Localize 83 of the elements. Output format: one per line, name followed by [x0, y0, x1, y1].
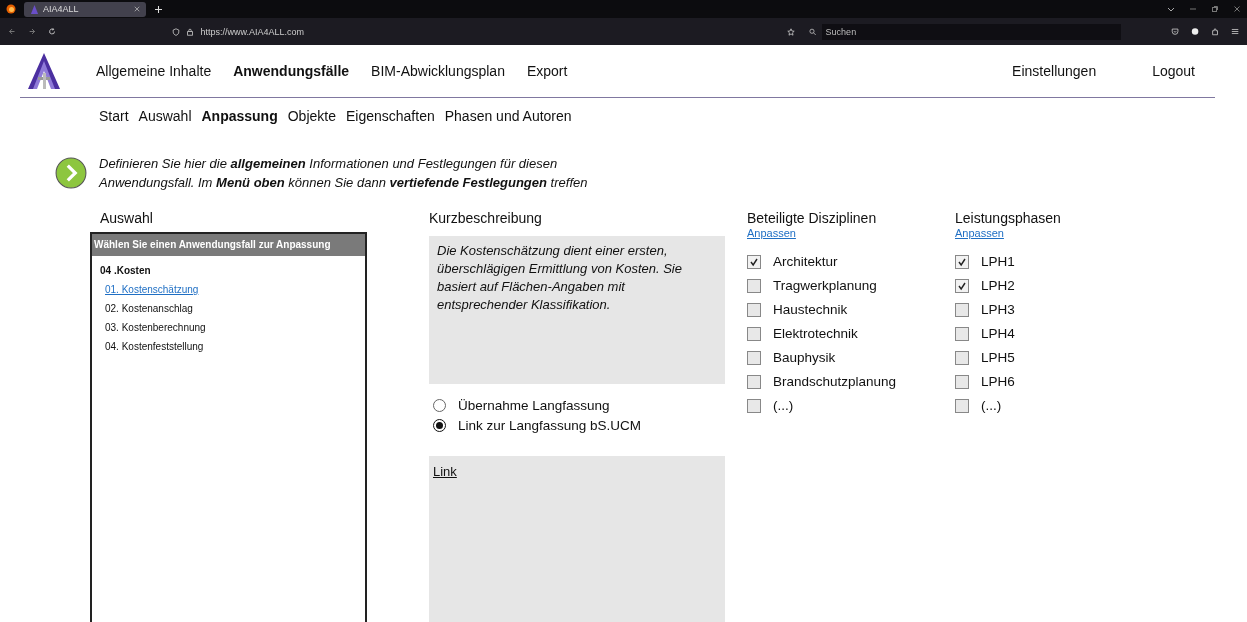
list-item[interactable]: 01. Kostenschätzung	[105, 283, 365, 296]
restore-icon[interactable]	[1211, 5, 1219, 13]
url-text: https://www.AIA4ALL.com	[200, 26, 304, 37]
chevron-down-icon[interactable]	[1167, 5, 1175, 13]
subnav-link[interactable]: Phasen und Autoren	[444, 108, 572, 124]
tab-title: AIA4ALL	[43, 4, 80, 14]
account-icon[interactable]	[1190, 27, 1199, 36]
checkbox-label: Elektrotechnik	[773, 326, 858, 341]
checkbox-label: LPH5	[981, 350, 1015, 365]
section-heading: Kurzbeschreibung	[429, 210, 543, 228]
checkbox[interactable]	[955, 302, 969, 317]
section-heading: Leistungsphasen	[955, 210, 1062, 228]
arrow-right-icon	[55, 157, 87, 189]
adjust-link[interactable]: Anpassen	[955, 227, 1155, 239]
adjust-link[interactable]: Anpassen	[747, 227, 955, 239]
checkbox-label: LPH2	[981, 278, 1015, 293]
checkbox[interactable]	[955, 374, 969, 389]
group-title: 04 .Kosten	[100, 265, 152, 276]
panel-header: Wählen Sie einen Anwendungsfall zur Anpassung	[92, 234, 365, 256]
site-logo-icon	[30, 4, 39, 14]
checkbox[interactable]	[747, 302, 761, 317]
checkbox-label: Haustechnik	[773, 302, 848, 317]
section-heading: Auswahl	[100, 210, 154, 228]
close-icon[interactable]	[1233, 5, 1241, 13]
checkbox[interactable]	[955, 326, 969, 341]
pocket-icon[interactable]	[1170, 27, 1179, 36]
checkbox[interactable]	[955, 278, 969, 293]
nav-link[interactable]: Anwendungsfälle	[233, 63, 350, 79]
subnav-link[interactable]: Auswahl	[138, 108, 192, 124]
nav-link[interactable]: Einstellungen	[1012, 63, 1097, 79]
link[interactable]: Link	[433, 464, 457, 479]
list-item[interactable]: 02. Kostenanschlag	[105, 302, 365, 315]
address-bar[interactable]: https://www.AIA4ALL.com	[166, 22, 802, 41]
nav-link[interactable]: Export	[526, 63, 568, 79]
subnav-link[interactable]: Anpassung	[201, 108, 278, 124]
intro-text: Definieren Sie hier die allgemeinen Informationen und Festlegungen für diesen Anwendungsfall. Im Menü oben können Sie dann vertiefende Festlegungen treffen	[99, 155, 589, 192]
checkbox[interactable]	[747, 374, 761, 389]
shield-icon	[172, 27, 181, 36]
checkbox-label: Architektur	[773, 254, 838, 269]
nav-link[interactable]: Logout	[1152, 63, 1195, 79]
list-item[interactable]: 03. Kostenberechnung	[105, 321, 365, 334]
forward-icon[interactable]	[28, 27, 37, 36]
section-heading: Beteiligte Disziplinen	[747, 210, 878, 228]
checkbox-label: Tragwerkplanung	[773, 278, 877, 293]
subnav-link[interactable]: Start	[99, 108, 129, 124]
lock-icon	[186, 27, 195, 36]
radio-label: Übernahme Langfassung	[458, 398, 610, 413]
search-icon	[809, 27, 817, 36]
nav-link[interactable]: Allgemeine Inhalte	[96, 63, 212, 79]
checkbox[interactable]	[955, 350, 969, 365]
list-item[interactable]: 04. Kostenfeststellung	[105, 340, 365, 353]
checkbox-label: Bauphysik	[773, 350, 836, 365]
browser-tab[interactable]: AIA4ALL	[24, 1, 146, 17]
browser-logo-icon	[6, 4, 16, 14]
checkbox-label: LPH6	[981, 374, 1015, 389]
subnav-link[interactable]: Eigenschaften	[346, 108, 435, 124]
checkbox-label: (...)	[773, 398, 794, 413]
checkbox[interactable]	[747, 254, 761, 269]
star-icon[interactable]	[787, 27, 796, 36]
nav-link[interactable]: BIM-Abwicklungsplan	[371, 63, 505, 79]
description-box[interactable]: Die Kostenschätzung dient einer ersten, überschlägigen Ermittlung von Kosten. Sie basiert auf Flächen-Angaben mit entsprechender Klassifikation.	[429, 236, 725, 384]
radio-button[interactable]	[433, 419, 446, 432]
extensions-icon[interactable]	[1210, 27, 1219, 36]
checkbox[interactable]	[747, 398, 761, 413]
checkbox-label: LPH4	[981, 326, 1015, 341]
radio-label: Link zur Langfassung bS.UCM	[458, 418, 642, 433]
checkbox[interactable]	[747, 326, 761, 341]
close-icon[interactable]	[134, 6, 140, 12]
reload-icon[interactable]	[48, 27, 57, 36]
checkbox-label: (...)	[981, 398, 1002, 413]
checkbox-label: LPH1	[981, 254, 1015, 269]
back-icon[interactable]	[8, 27, 17, 36]
subnav-link[interactable]: Objekte	[287, 108, 336, 124]
checkbox[interactable]	[747, 350, 761, 365]
search-field[interactable]: Suchen	[821, 23, 1121, 40]
radio-button[interactable]	[433, 399, 446, 412]
checkbox-label: LPH3	[981, 302, 1015, 317]
checkbox[interactable]	[955, 398, 969, 413]
new-tab-icon[interactable]	[155, 5, 162, 13]
checkbox[interactable]	[747, 278, 761, 293]
checkbox-label: Brandschutzplanung	[773, 374, 897, 389]
checkbox[interactable]	[955, 254, 969, 269]
menu-icon[interactable]	[1230, 27, 1239, 36]
